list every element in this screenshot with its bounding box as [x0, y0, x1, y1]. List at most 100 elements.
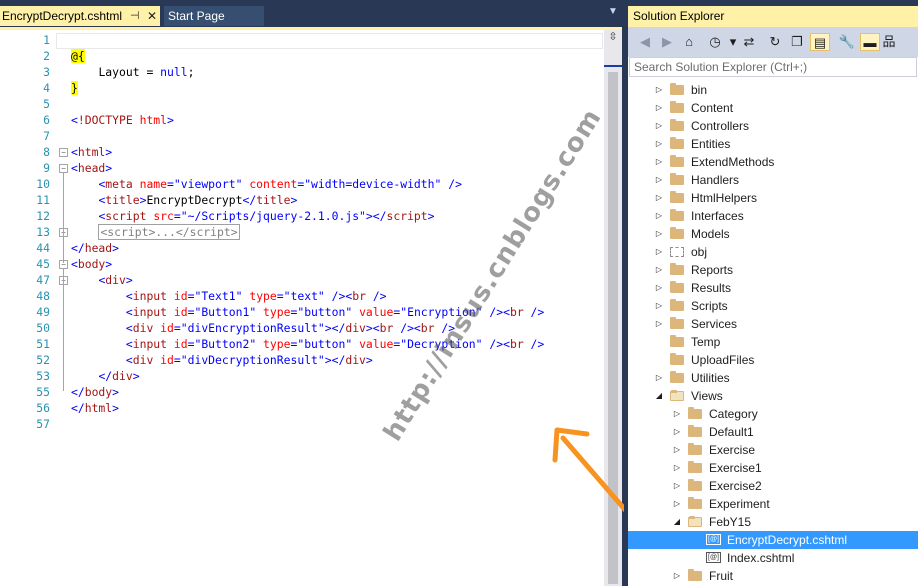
code-line[interactable]: <head>	[71, 160, 112, 176]
tree-item[interactable]: ▷ Models	[628, 225, 918, 243]
sync-icon[interactable]: ⇄	[740, 33, 758, 51]
collapsed-arrow-icon[interactable]: ▷	[654, 171, 664, 189]
collapsed-arrow-icon[interactable]: ▷	[654, 189, 664, 207]
tree-item[interactable]: ▷ ExtendMethods	[628, 153, 918, 171]
tree-item[interactable]: ▷ Results	[628, 279, 918, 297]
code-line[interactable]: <meta name="viewport" content="width=dev…	[71, 176, 462, 192]
collapsed-arrow-icon[interactable]: ▷	[654, 279, 664, 297]
code-line[interactable]: <div id="divEncryptionResult"></div><br …	[71, 320, 455, 336]
properties-icon[interactable]: 🔧	[838, 33, 856, 51]
code-line[interactable]: <script src="~/Scripts/jquery-2.1.0.js">…	[71, 208, 434, 224]
tab-start-page[interactable]: Start Page	[164, 6, 264, 26]
code-line[interactable]: </body>	[71, 384, 119, 400]
tree-item[interactable]: ▷ HtmlHelpers	[628, 189, 918, 207]
collapsed-arrow-icon[interactable]: ▷	[672, 495, 682, 513]
code-line[interactable]: </div>	[71, 368, 139, 384]
collapsed-arrow-icon[interactable]: ▷	[672, 441, 682, 459]
tree-item[interactable]: ▷ Handlers	[628, 171, 918, 189]
tree-item[interactable]: ▷ Scripts	[628, 297, 918, 315]
line-number: 48	[36, 289, 50, 303]
tree-item[interactable]: ▷ Default1	[628, 423, 918, 441]
tree-item[interactable]: UploadFiles	[628, 351, 918, 369]
tree-item[interactable]: ▷ Utilities	[628, 369, 918, 387]
folder-icon	[670, 101, 684, 113]
tree-item[interactable]: ▷ Fruit	[628, 567, 918, 585]
home-icon[interactable]: ⌂	[680, 33, 698, 51]
collapse-all-icon[interactable]: ❐	[788, 33, 806, 51]
folder-icon	[670, 227, 684, 239]
collapsed-arrow-icon[interactable]: ▷	[654, 261, 664, 279]
tree-item[interactable]: ▷ Entities	[628, 135, 918, 153]
collapsed-arrow-icon[interactable]: ▷	[654, 135, 664, 153]
collapsed-arrow-icon[interactable]: ▷	[654, 81, 664, 99]
line-number: 55	[36, 385, 50, 399]
collapsed-arrow-icon[interactable]: ▷	[672, 423, 682, 441]
tree-item[interactable]: ▷ Exercise1	[628, 459, 918, 477]
collapsed-arrow-icon[interactable]: ▷	[654, 207, 664, 225]
code-line[interactable]: Layout = null;	[71, 64, 194, 80]
tree-item[interactable]: ▷ Experiment	[628, 495, 918, 513]
collapsed-arrow-icon[interactable]: ▷	[672, 459, 682, 477]
search-input[interactable]: Search Solution Explorer (Ctrl+;)	[629, 57, 917, 77]
tree-item[interactable]: [@] EncryptDecrypt.cshtml	[628, 531, 918, 549]
tree-item[interactable]: ◢ FebY15	[628, 513, 918, 531]
tree-item[interactable]: ▷ Exercise	[628, 441, 918, 459]
split-window-icon[interactable]: ⇳	[604, 30, 622, 44]
code-line[interactable]: <html>	[71, 144, 112, 160]
collapsed-arrow-icon[interactable]: ▷	[672, 567, 682, 585]
expanded-arrow-icon[interactable]: ◢	[654, 387, 664, 405]
dropdown-icon[interactable]: ▾	[728, 33, 738, 51]
collapsed-arrow-icon[interactable]: ▷	[672, 477, 682, 495]
tree-item[interactable]: [@] Index.cshtml	[628, 549, 918, 567]
code-editor[interactable]: 1 2 3 4 5 6 7 8 9 10 11 12 13 44 45 47 48 49 50 51 52 53 55 56 5…	[0, 27, 622, 586]
tree-item[interactable]: ▷ Controllers	[628, 117, 918, 135]
tree-item[interactable]: ▷ Content	[628, 99, 918, 117]
collapsed-arrow-icon[interactable]: ▷	[654, 117, 664, 135]
collapsed-arrow-icon[interactable]: ▷	[654, 99, 664, 117]
tree-item[interactable]: ▷ obj	[628, 243, 918, 261]
collapsed-arrow-icon[interactable]: ▷	[654, 225, 664, 243]
pin-preview-icon[interactable]: ▬	[860, 33, 880, 51]
code-text-area[interactable]: @{ Layout = null;} <!DOCTYPE html> <html> <…	[56, 30, 604, 586]
collapsed-arrow-icon[interactable]: ▷	[654, 315, 664, 333]
code-line[interactable]: <body>	[71, 256, 112, 272]
collapsed-arrow-icon[interactable]: ▷	[654, 369, 664, 387]
razor-file-icon: [@]	[706, 552, 721, 563]
code-line[interactable]: <input id="Button2" type="button" value=…	[71, 336, 544, 352]
tree-item[interactable]: ▷ Services	[628, 315, 918, 333]
pin-icon[interactable]: ⊣	[130, 6, 140, 26]
collapsed-arrow-icon[interactable]: ▷	[654, 297, 664, 315]
code-line[interactable]: <!DOCTYPE html>	[71, 112, 174, 128]
back-icon[interactable]: ◀	[636, 33, 654, 51]
forward-icon[interactable]: ▶	[658, 33, 676, 51]
close-icon[interactable]: ✕	[147, 6, 157, 26]
tab-dropdown-icon[interactable]: ▼	[608, 6, 618, 17]
show-all-files-icon[interactable]: ▤	[810, 33, 830, 51]
tree-item[interactable]: Temp	[628, 333, 918, 351]
tree-item[interactable]: ▷ Reports	[628, 261, 918, 279]
history-icon[interactable]: ◷	[706, 33, 724, 51]
collapsed-arrow-icon[interactable]: ▷	[654, 243, 664, 261]
expanded-arrow-icon[interactable]: ◢	[672, 513, 682, 531]
code-line[interactable]: </html>	[71, 400, 119, 416]
code-line[interactable]: </head>	[71, 240, 119, 256]
tree-item[interactable]: ▷ bin	[628, 81, 918, 99]
collapsed-arrow-icon[interactable]: ▷	[654, 153, 664, 171]
tree-item[interactable]: ◢ Views	[628, 387, 918, 405]
collapsed-arrow-icon[interactable]: ▷	[672, 405, 682, 423]
line-number: 11	[36, 193, 50, 207]
tree-item-label: Content	[691, 101, 734, 115]
code-line[interactable]: <script>...</script>	[71, 224, 240, 240]
code-line[interactable]: <title>EncryptDecrypt</title>	[71, 192, 297, 208]
refresh-icon[interactable]: ↻	[766, 33, 784, 51]
tree-item[interactable]: ▷ Exercise2	[628, 477, 918, 495]
code-line[interactable]: <div>	[71, 272, 132, 288]
code-line[interactable]: <div id="divDecryptionResult"></div>	[71, 352, 373, 368]
code-line[interactable]: <input id="Text1" type="text" /><br />	[71, 288, 387, 304]
code-line[interactable]: }	[71, 80, 78, 96]
tree-item[interactable]: ▷ Category	[628, 405, 918, 423]
code-line[interactable]: @{	[71, 48, 85, 64]
class-view-icon[interactable]: 品	[880, 33, 898, 51]
tab-encryptdecrypt[interactable]: EncryptDecrypt.cshtml ⊣ ✕	[0, 6, 160, 26]
tree-item[interactable]: ▷ Interfaces	[628, 207, 918, 225]
